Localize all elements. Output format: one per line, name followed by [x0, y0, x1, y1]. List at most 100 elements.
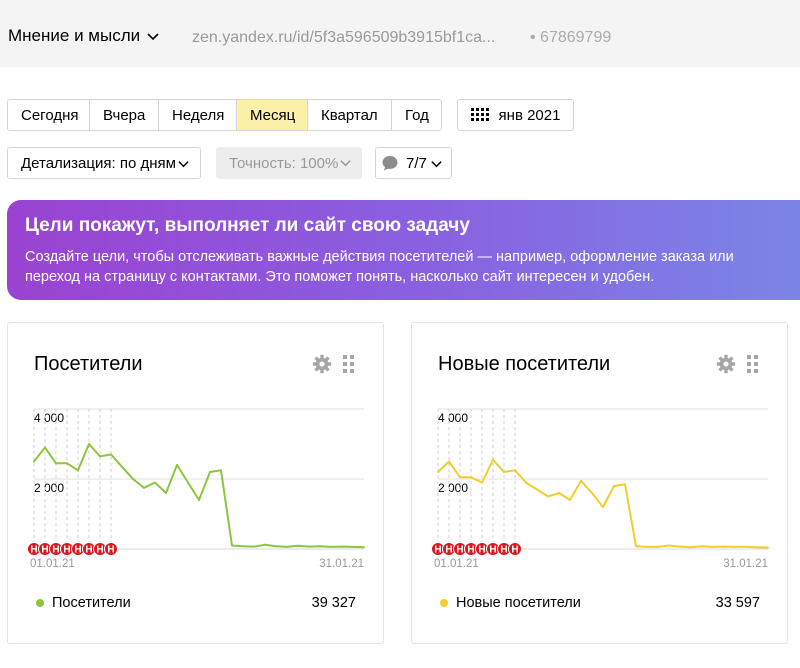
gear-icon[interactable]	[312, 354, 332, 374]
period-today[interactable]: Сегодня	[8, 100, 90, 130]
widget-title: Посетители	[34, 353, 143, 375]
y-tick-label: 4 000	[34, 411, 64, 425]
data-point[interactable]	[613, 485, 615, 487]
data-point[interactable]	[176, 464, 178, 466]
data-point[interactable]	[319, 545, 321, 548]
drag-handle-icon[interactable]	[747, 355, 759, 373]
data-point[interactable]	[723, 545, 725, 548]
holiday-marker-label: Н	[63, 545, 70, 556]
holiday-marker-label: Н	[478, 545, 485, 556]
period-year[interactable]: Год	[392, 100, 441, 130]
data-point[interactable]	[657, 545, 659, 548]
data-point[interactable]	[275, 545, 277, 548]
data-point[interactable]	[209, 471, 211, 473]
data-point[interactable]	[547, 495, 549, 498]
notes-dropdown[interactable]: 7/7	[375, 147, 452, 179]
data-point[interactable]	[437, 471, 439, 473]
counter-selector[interactable]: Мнение и мысли	[8, 26, 160, 46]
legend-label: Новые посетители	[456, 595, 581, 611]
data-point[interactable]	[352, 545, 354, 548]
data-point[interactable]	[198, 499, 200, 501]
holiday-marker-label: Н	[107, 545, 114, 556]
data-point[interactable]	[591, 492, 593, 494]
data-point[interactable]	[253, 545, 255, 548]
data-point[interactable]	[55, 462, 57, 465]
data-point[interactable]	[690, 546, 692, 549]
data-point[interactable]	[503, 471, 505, 473]
data-point[interactable]	[363, 546, 365, 549]
data-point[interactable]	[88, 443, 90, 445]
widget-total: 33 597	[715, 595, 760, 611]
data-point[interactable]	[514, 469, 516, 472]
data-point[interactable]	[448, 460, 450, 463]
data-point[interactable]	[536, 488, 538, 491]
data-point[interactable]	[767, 546, 769, 549]
data-point[interactable]	[525, 481, 527, 484]
detail-dropdown[interactable]: Детализация: по дням	[7, 147, 201, 179]
data-point[interactable]	[231, 544, 233, 547]
comment-icon	[382, 156, 398, 171]
data-point[interactable]	[712, 545, 714, 548]
data-point[interactable]	[668, 544, 670, 547]
date-picker-button[interactable]: янв 2021	[457, 99, 574, 131]
data-point[interactable]	[187, 481, 189, 484]
data-point[interactable]	[679, 545, 681, 548]
holiday-marker-label: Н	[85, 545, 92, 556]
data-point[interactable]	[143, 486, 145, 489]
data-point[interactable]	[734, 545, 736, 548]
data-point[interactable]	[602, 506, 604, 508]
chart-legend[interactable]: Посетители	[36, 595, 131, 611]
period-month[interactable]: Месяц	[237, 100, 308, 130]
holiday-marker-label: Н	[467, 545, 474, 556]
chevron-down-icon	[147, 33, 159, 41]
data-point[interactable]	[341, 545, 343, 548]
data-point[interactable]	[297, 544, 299, 547]
data-point[interactable]	[701, 545, 703, 548]
data-point[interactable]	[756, 546, 758, 549]
data-point[interactable]	[154, 481, 156, 484]
data-point[interactable]	[77, 469, 79, 472]
holiday-marker[interactable]: Н	[104, 542, 118, 556]
accuracy-dropdown[interactable]: Точность: 100%	[216, 147, 362, 179]
data-point[interactable]	[132, 478, 134, 480]
series-line[interactable]	[437, 458, 769, 549]
period-yesterday[interactable]: Вчера	[90, 100, 159, 130]
data-point[interactable]	[470, 476, 472, 479]
data-point[interactable]	[308, 545, 310, 548]
data-point[interactable]	[635, 545, 637, 548]
data-point[interactable]	[66, 462, 68, 465]
data-point[interactable]	[646, 545, 648, 548]
data-point[interactable]	[264, 543, 266, 546]
chart-legend[interactable]: Новые посетители	[440, 595, 581, 611]
data-point[interactable]	[242, 545, 244, 548]
gear-icon[interactable]	[716, 354, 736, 374]
data-point[interactable]	[110, 453, 112, 456]
data-point[interactable]	[165, 492, 167, 494]
data-point[interactable]	[286, 545, 288, 548]
data-point[interactable]	[99, 455, 101, 458]
data-point[interactable]	[745, 545, 747, 548]
data-point[interactable]	[33, 460, 35, 463]
data-point[interactable]	[220, 469, 222, 472]
data-point[interactable]	[330, 545, 332, 548]
data-point[interactable]	[580, 479, 582, 482]
data-point[interactable]	[481, 481, 483, 484]
data-point[interactable]	[492, 458, 494, 461]
data-point[interactable]	[624, 483, 626, 486]
drag-handle-icon[interactable]	[343, 355, 355, 373]
data-point[interactable]	[558, 492, 560, 494]
x-tick-label: 31.01.21	[319, 558, 364, 570]
period-week[interactable]: Неделя	[159, 100, 237, 130]
widget-new-visitors: Новые посетители 2 000 4 000 Н Н Н Н Н Н Н Н 01.01…	[411, 322, 788, 644]
data-point[interactable]	[459, 476, 461, 479]
goals-promo-banner[interactable]: Цели покажут, выполняет ли сайт свою зад…	[7, 200, 800, 300]
holiday-marker[interactable]: Н	[508, 542, 522, 556]
data-point[interactable]	[569, 499, 571, 501]
period-quarter[interactable]: Квартал	[308, 100, 392, 130]
chevron-down-icon	[431, 161, 442, 168]
data-point[interactable]	[44, 446, 46, 449]
data-point[interactable]	[121, 465, 123, 468]
series-line[interactable]	[33, 443, 365, 549]
detail-label: Детализация: по дням	[21, 154, 176, 172]
counter-url[interactable]: zen.yandex.ru/id/5f3a596509b3915bf1ca...	[192, 29, 495, 47]
